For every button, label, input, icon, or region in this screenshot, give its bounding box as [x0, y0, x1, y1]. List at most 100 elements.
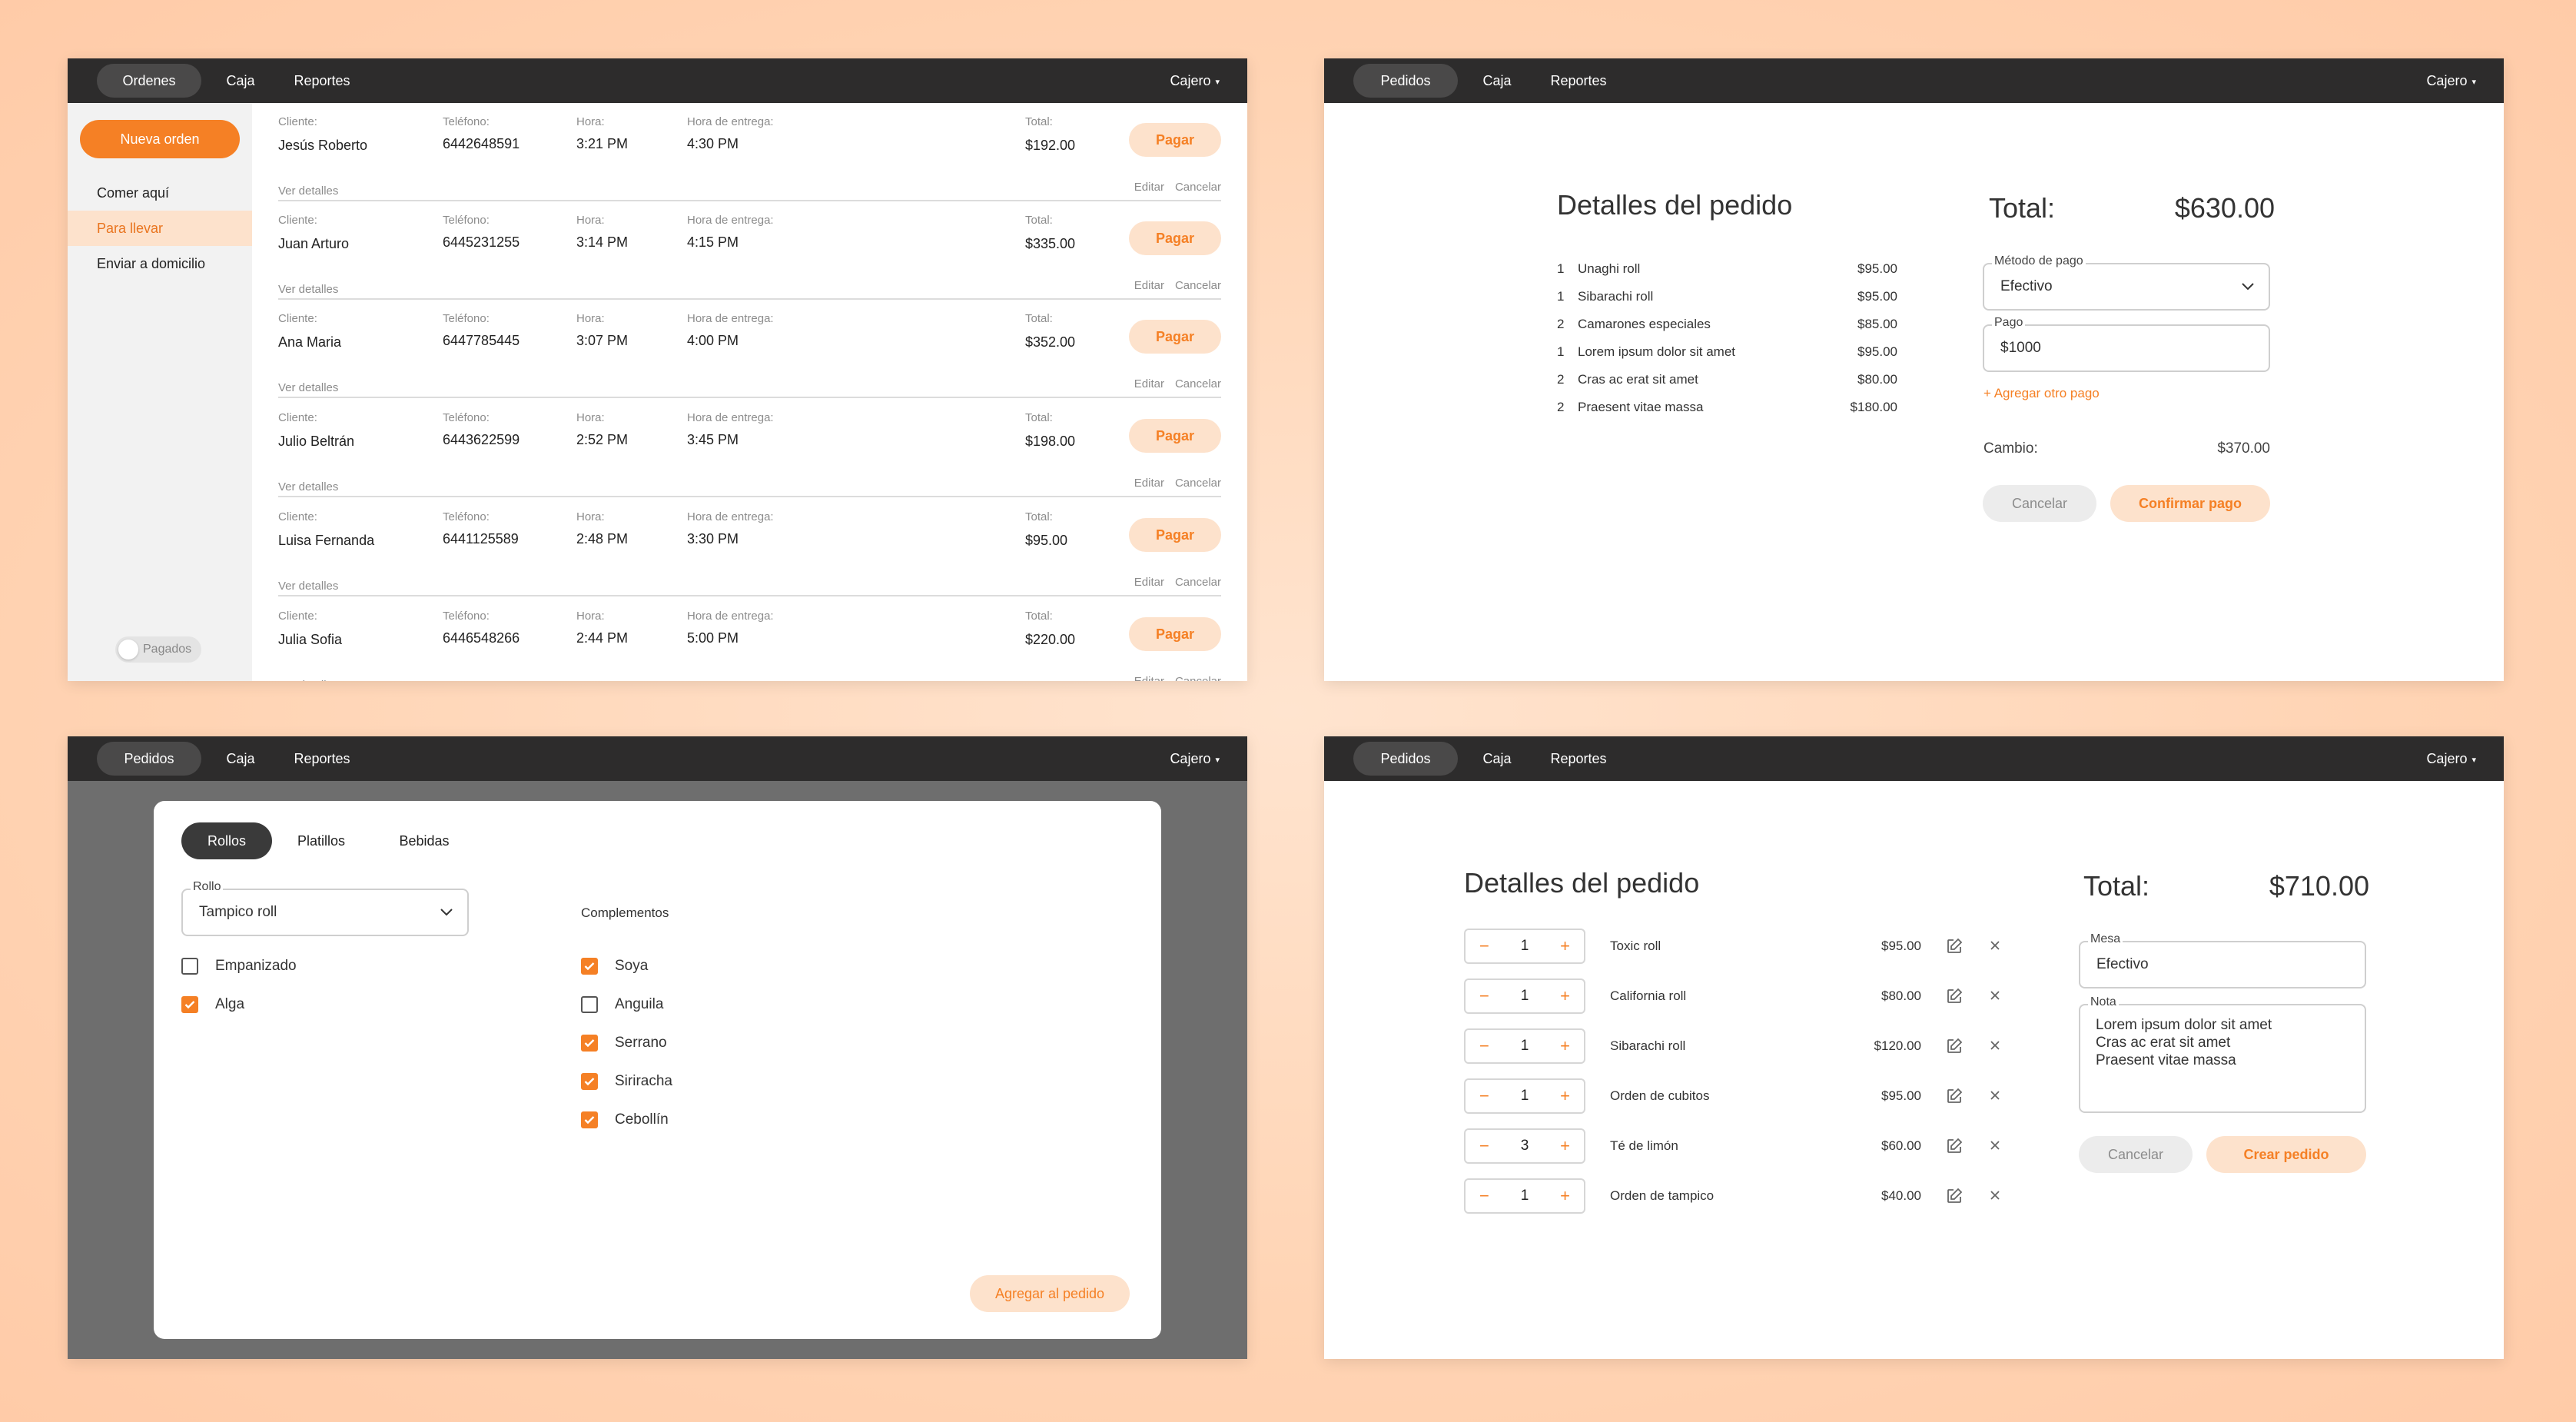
close-icon[interactable]	[1988, 1038, 2002, 1056]
edit-link[interactable]: Editar	[1134, 279, 1164, 292]
sidebar-item-delivery[interactable]: Enviar a domicilio	[68, 246, 252, 281]
payment-method-select[interactable]: Método de pago Efectivo	[1983, 254, 2270, 311]
close-icon[interactable]	[1988, 1088, 2002, 1106]
chevron-down-icon: ▾	[1215, 755, 1220, 765]
pay-button[interactable]: Pagar	[1129, 123, 1221, 157]
create-order-button[interactable]: Crear pedido	[2206, 1136, 2366, 1173]
edit-icon[interactable]	[1945, 937, 1964, 959]
item-name: Camarones especiales	[1578, 317, 1711, 331]
tab-rollos[interactable]: Rollos	[181, 822, 272, 859]
minus-button[interactable]: −	[1479, 1136, 1489, 1156]
table-input[interactable]: Mesa Efectivo	[2079, 932, 2366, 988]
tab-reportes[interactable]: Reportes	[280, 742, 364, 776]
complement-option[interactable]: Siriracha	[581, 1073, 672, 1090]
edit-icon[interactable]	[1945, 1037, 1964, 1059]
edit-link[interactable]: Editar	[1134, 477, 1164, 490]
checkbox[interactable]	[181, 958, 198, 975]
minus-button[interactable]: −	[1479, 1036, 1489, 1056]
minus-button[interactable]: −	[1479, 986, 1489, 1006]
minus-button[interactable]: −	[1479, 936, 1489, 956]
sidebar-item-dine-in[interactable]: Comer aquí	[68, 175, 252, 211]
cancel-link[interactable]: Cancelar	[1175, 279, 1221, 292]
tab-bebidas[interactable]: Bebidas	[386, 822, 463, 859]
tab-pedidos[interactable]: Pedidos	[1353, 742, 1458, 776]
cancel-link[interactable]: Cancelar	[1175, 576, 1221, 589]
checkbox[interactable]	[581, 996, 598, 1013]
confirm-payment-button[interactable]: Confirmar pago	[2110, 485, 2270, 522]
checkbox[interactable]	[181, 996, 198, 1013]
complement-option[interactable]: Serrano	[581, 1035, 667, 1052]
user-menu[interactable]: Cajero ▾	[1170, 736, 1220, 781]
tab-caja[interactable]: Caja	[1466, 742, 1529, 776]
sidebar-item-takeout[interactable]: Para llevar	[68, 211, 252, 246]
view-details-link[interactable]: Ver detalles	[278, 283, 338, 296]
plus-button[interactable]: +	[1560, 986, 1570, 1006]
tab-reportes[interactable]: Reportes	[1536, 742, 1621, 776]
tab-ordenes[interactable]: Ordenes	[97, 64, 201, 98]
edit-link[interactable]: Editar	[1134, 576, 1164, 589]
cancel-link[interactable]: Cancelar	[1175, 377, 1221, 390]
pay-button[interactable]: Pagar	[1129, 617, 1221, 651]
add-to-order-button[interactable]: Agregar al pedido	[970, 1275, 1130, 1312]
order-line-item: − 1 + Orden de tampico $40.00	[1464, 1178, 2010, 1214]
pay-button[interactable]: Pagar	[1129, 419, 1221, 453]
pay-button[interactable]: Pagar	[1129, 221, 1221, 255]
pay-button[interactable]: Pagar	[1129, 320, 1221, 354]
edit-link[interactable]: Editar	[1134, 181, 1164, 194]
cancel-link[interactable]: Cancelar	[1175, 181, 1221, 194]
view-details-link[interactable]: Ver detalles	[278, 184, 338, 198]
user-menu[interactable]: Cajero ▾	[2426, 736, 2476, 781]
edit-icon[interactable]	[1945, 1137, 1964, 1159]
tab-caja[interactable]: Caja	[209, 742, 272, 776]
close-icon[interactable]	[1988, 988, 2002, 1006]
cancel-link[interactable]: Cancelar	[1175, 675, 1221, 681]
complement-option[interactable]: Cebollín	[581, 1111, 669, 1128]
plus-button[interactable]: +	[1560, 936, 1570, 956]
tab-caja[interactable]: Caja	[1466, 64, 1529, 98]
plus-button[interactable]: +	[1560, 1086, 1570, 1106]
tab-caja[interactable]: Caja	[209, 64, 272, 98]
view-details-link[interactable]: Ver detalles	[278, 381, 338, 394]
view-details-link[interactable]: Ver detalles	[278, 480, 338, 493]
edit-icon[interactable]	[1945, 987, 1964, 1009]
user-menu[interactable]: Cajero ▾	[2426, 58, 2476, 103]
edit-icon[interactable]	[1945, 1087, 1964, 1109]
paid-toggle[interactable]: Pagados	[115, 636, 201, 663]
note-textarea[interactable]: Nota Lorem ipsum dolor sit amet Cras ac …	[2079, 995, 2366, 1113]
add-payment-link[interactable]: + Agregar otro pago	[1983, 386, 2100, 401]
plus-button[interactable]: +	[1560, 1136, 1570, 1156]
checkbox[interactable]	[581, 1111, 598, 1128]
checkbox[interactable]	[581, 958, 598, 975]
complement-option[interactable]: Soya	[581, 958, 648, 975]
roll-option[interactable]: Empanizado	[181, 958, 297, 975]
tab-pedidos[interactable]: Pedidos	[1353, 64, 1458, 98]
close-icon[interactable]	[1988, 1188, 2002, 1206]
edit-icon[interactable]	[1945, 1187, 1964, 1209]
complement-option[interactable]: Anguila	[581, 996, 663, 1013]
edit-link[interactable]: Editar	[1134, 377, 1164, 390]
checkbox[interactable]	[581, 1035, 598, 1052]
roll-select[interactable]: Rollo Tampico roll	[181, 880, 469, 936]
new-order-button[interactable]: Nueva orden	[80, 120, 240, 158]
tab-reportes[interactable]: Reportes	[280, 64, 364, 98]
checkbox[interactable]	[581, 1073, 598, 1090]
cancel-link[interactable]: Cancelar	[1175, 477, 1221, 490]
plus-button[interactable]: +	[1560, 1186, 1570, 1206]
plus-button[interactable]: +	[1560, 1036, 1570, 1056]
close-icon[interactable]	[1988, 1138, 2002, 1156]
view-details-link[interactable]: Ver detalles	[278, 580, 338, 593]
cancel-button[interactable]: Cancelar	[2079, 1136, 2193, 1173]
minus-button[interactable]: −	[1479, 1186, 1489, 1206]
pay-button[interactable]: Pagar	[1129, 518, 1221, 552]
user-menu[interactable]: Cajero ▾	[1170, 58, 1220, 103]
tab-platillos[interactable]: Platillos	[283, 822, 360, 859]
payment-input[interactable]: Pago $1000	[1983, 316, 2270, 372]
tab-reportes[interactable]: Reportes	[1536, 64, 1621, 98]
view-details-link[interactable]: Ver detalles	[278, 679, 338, 681]
tab-pedidos[interactable]: Pedidos	[97, 742, 201, 776]
edit-link[interactable]: Editar	[1134, 675, 1164, 681]
minus-button[interactable]: −	[1479, 1086, 1489, 1106]
close-icon[interactable]	[1988, 939, 2002, 956]
cancel-button[interactable]: Cancelar	[1983, 485, 2096, 522]
roll-option[interactable]: Alga	[181, 996, 244, 1013]
